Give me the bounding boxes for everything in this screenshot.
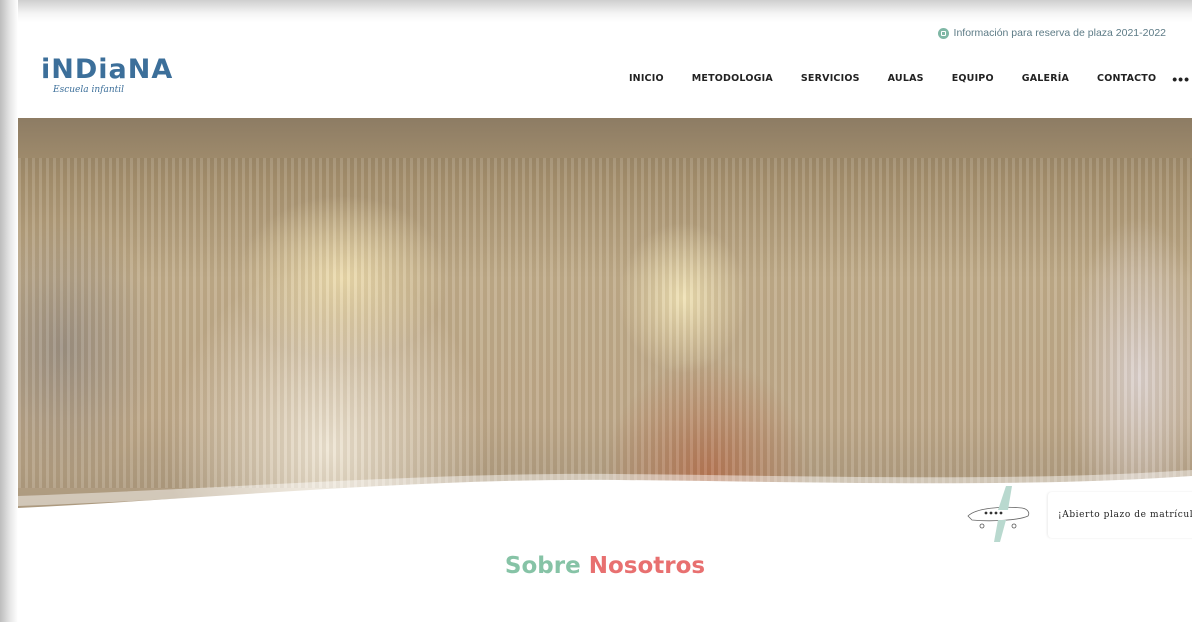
calendar-icon bbox=[937, 27, 949, 39]
main-navigation: INICIO METODOLOGIA SERVICIOS AULAS EQUIP… bbox=[601, 66, 1190, 90]
section-title-part1: Sobre bbox=[504, 553, 581, 579]
enrollment-banner[interactable]: ¡Abierto plazo de matrícula 2021!! bbox=[1048, 492, 1192, 538]
hero-image bbox=[18, 118, 1192, 518]
window-frame-top bbox=[0, 0, 1192, 22]
enrollment-banner-text: ¡Abierto plazo de matrícula 2021!! bbox=[1058, 510, 1192, 520]
nav-item-servicios[interactable]: SERVICIOS bbox=[801, 73, 860, 84]
web-page: Información para reserva de plaza 2021-2… bbox=[18, 22, 1192, 622]
reservation-info-text: Información para reserva de plaza 2021-2… bbox=[953, 27, 1166, 39]
logo-subtitle: Escuela infantil bbox=[53, 85, 124, 95]
reservation-info-link[interactable]: Información para reserva de plaza 2021-2… bbox=[937, 27, 1166, 39]
airplane-icon bbox=[967, 486, 1030, 542]
window-frame-left bbox=[0, 0, 18, 622]
nav-item-galeria[interactable]: GALERÍA bbox=[1022, 73, 1069, 84]
nav-item-contacto[interactable]: CONTACTO bbox=[1097, 73, 1156, 84]
nav-item-aulas[interactable]: AULAS bbox=[888, 73, 924, 84]
nav-item-inicio[interactable]: INICIO bbox=[629, 66, 664, 90]
more-menu-icon[interactable]: ••• bbox=[1172, 72, 1190, 86]
nav-item-metodologia[interactable]: METODOLOGIA bbox=[692, 73, 773, 84]
logo-wordmark: iNDiaNA bbox=[41, 54, 174, 85]
site-logo[interactable]: iNDiaNA Escuela infantil bbox=[41, 54, 174, 96]
nav-item-equipo[interactable]: EQUIPO bbox=[952, 73, 994, 84]
section-title-part2: Nosotros bbox=[588, 553, 706, 579]
section-title-about-us: Sobre Nosotros bbox=[18, 553, 1192, 579]
